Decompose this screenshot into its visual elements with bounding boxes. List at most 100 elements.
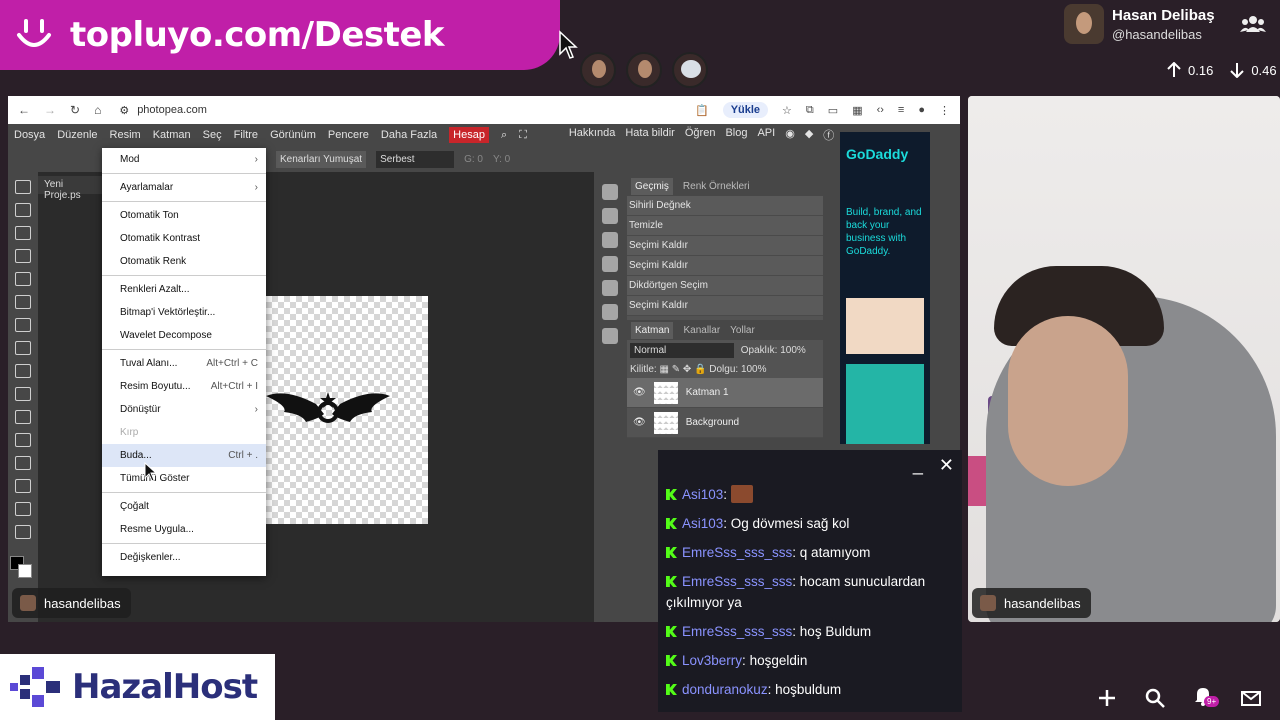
crop-tool-icon[interactable] — [15, 249, 31, 263]
browser-menu-icon[interactable]: ⋮ — [939, 104, 950, 117]
character-icon[interactable] — [602, 256, 618, 272]
menu-item-transform[interactable]: Dönüştür › — [102, 398, 266, 421]
link-api[interactable]: API — [757, 127, 775, 143]
menu-item-vectorize[interactable]: Bitmap'i Vektörleştir... — [102, 301, 266, 324]
chat-username[interactable]: EmreSss_sss_sss — [682, 624, 792, 639]
move-tool-icon[interactable] — [15, 180, 31, 194]
account-button[interactable]: Hesap — [449, 127, 489, 143]
menu-more[interactable]: Daha Fazla — [381, 129, 437, 141]
history-item[interactable]: Seçimi Kaldır — [627, 296, 823, 316]
blur-tool-icon[interactable] — [15, 364, 31, 378]
close-icon[interactable]: ✕ — [939, 455, 954, 476]
css-icon[interactable] — [602, 304, 618, 320]
menu-item-duplicate[interactable]: Çoğalt — [102, 495, 266, 518]
marquee-tool-icon[interactable] — [15, 203, 31, 217]
account-icon[interactable]: ● — [918, 104, 925, 116]
opacity-value[interactable]: 100% — [780, 345, 806, 356]
menu-file[interactable]: Dosya — [14, 129, 45, 141]
menu-item-wavelet[interactable]: Wavelet Decompose — [102, 324, 266, 347]
menu-item-canvas-size[interactable]: Tuval Alanı... Alt+Ctrl + C — [102, 352, 266, 375]
menu-window[interactable]: Pencere — [328, 129, 369, 141]
layer-row[interactable]: 👁 Background — [627, 408, 823, 438]
viewer-avatar[interactable] — [580, 52, 616, 88]
fullscreen-icon[interactable]: ⛶ — [519, 129, 527, 142]
reload-icon[interactable]: ↻ — [70, 103, 80, 117]
menu-view[interactable]: Görünüm — [270, 129, 316, 141]
layer-row[interactable]: 👁 Katman 1 — [627, 378, 823, 408]
qr-icon[interactable]: ▦ — [852, 104, 862, 117]
history-item[interactable]: Seçimi Kaldır — [627, 256, 823, 276]
chat-username[interactable]: Asi103 — [682, 516, 723, 531]
mail-icon[interactable] — [1240, 687, 1262, 709]
width-field[interactable]: G: 0 — [464, 154, 483, 165]
menu-item-auto-color[interactable]: Otomatik Renk — [102, 250, 266, 273]
forward-icon[interactable]: → — [44, 103, 56, 117]
menu-image[interactable]: Resim — [110, 129, 141, 141]
history-item[interactable]: Sihirli Değnek — [627, 196, 823, 216]
clipboard-icon[interactable]: 📋 — [695, 104, 709, 117]
chat-username[interactable]: Asi103 — [682, 487, 723, 502]
site-info-icon[interactable]: ⚙ — [119, 104, 129, 117]
tab-channels[interactable]: Kanallar — [683, 325, 720, 336]
zoom-tool-icon[interactable] — [15, 525, 31, 539]
link-report-bug[interactable]: Hata bildir — [625, 127, 675, 143]
star-icon[interactable]: ☆ — [782, 104, 792, 117]
brush-tool-icon[interactable] — [15, 295, 31, 309]
devtools-icon[interactable]: ‹› — [877, 104, 884, 116]
paragraph-icon[interactable] — [602, 280, 618, 296]
path-select-tool-icon[interactable] — [15, 456, 31, 470]
url-field[interactable]: ⚙ photopea.com — [119, 104, 599, 117]
menu-item-auto-tone[interactable]: Otomatik Ton — [102, 204, 266, 227]
link-about[interactable]: Hakkında — [569, 127, 615, 143]
fill-value[interactable]: 100% — [741, 364, 767, 375]
pen-tool-icon[interactable] — [15, 433, 31, 447]
twitter-icon[interactable]: ◆ — [805, 127, 813, 143]
history-item[interactable]: Seçimi Kaldır — [627, 236, 823, 256]
sidebar-icon[interactable]: ≡ — [898, 104, 904, 116]
reddit-icon[interactable]: ◉ — [785, 127, 795, 143]
document-tab[interactable]: Yeni Proje.ps — [38, 176, 108, 201]
tab-layers[interactable]: Katman — [631, 321, 674, 339]
eraser-tool-icon[interactable] — [15, 318, 31, 332]
viewer-avatar[interactable] — [672, 52, 708, 88]
viewer-avatar[interactable] — [626, 52, 662, 88]
hand-tool-icon[interactable] — [15, 502, 31, 516]
link-learn[interactable]: Öğren — [685, 127, 716, 143]
chat-username[interactable]: Lov3berry — [682, 653, 742, 668]
menu-item-reduce-colors[interactable]: Renkleri Azalt... — [102, 278, 266, 301]
tab-paths[interactable]: Yollar — [730, 325, 755, 336]
chat-username[interactable]: EmreSss_sss_sss — [682, 545, 792, 560]
back-icon[interactable]: ← — [18, 103, 30, 117]
home-icon[interactable]: ⌂ — [94, 103, 101, 117]
group-icon[interactable] — [1240, 14, 1266, 34]
document-canvas[interactable] — [266, 296, 428, 524]
color-swatches[interactable] — [10, 556, 34, 580]
menu-item-mode[interactable]: Mod › — [102, 148, 266, 171]
menu-item-trim[interactable]: Buda... Ctrl + . — [102, 444, 266, 467]
chat-username[interactable]: donduranokuz — [682, 682, 768, 697]
menu-item-apply-image[interactable]: Resme Uygula... — [102, 518, 266, 541]
info-icon[interactable] — [602, 184, 618, 200]
advertisement[interactable]: GoDaddy Build, brand, and back your busi… — [840, 132, 930, 444]
smooth-edges-button[interactable]: Kenarları Yumuşat — [276, 150, 367, 168]
streamer-profile[interactable]: Hasan Delibaş @hasandelibas — [1064, 4, 1215, 44]
search-icon[interactable]: ⌕ — [501, 129, 507, 142]
brush-settings-icon[interactable] — [602, 232, 618, 248]
adjust-icon[interactable] — [602, 208, 618, 224]
upload-button[interactable]: Yükle — [722, 102, 769, 118]
tab-history[interactable]: Geçmiş — [631, 177, 673, 195]
menu-item-image-size[interactable]: Resim Boyutu... Alt+Ctrl + I — [102, 375, 266, 398]
image-icon[interactable] — [602, 328, 618, 344]
link-blog[interactable]: Blog — [725, 127, 747, 143]
menu-item-auto-contrast[interactable]: Otomatik Kontrast — [102, 227, 266, 250]
menu-item-variables[interactable]: Değişkenler... — [102, 546, 266, 569]
height-field[interactable]: Y: 0 — [493, 154, 510, 165]
blend-mode-select[interactable]: Normal — [630, 343, 734, 358]
gradient-tool-icon[interactable] — [15, 341, 31, 355]
notifications-button[interactable]: 9+ — [1192, 684, 1220, 711]
healing-tool-icon[interactable] — [15, 272, 31, 286]
history-item[interactable]: Dikdörtgen Seçim — [627, 276, 823, 296]
eye-icon[interactable]: 👁 — [633, 417, 646, 428]
menu-layer[interactable]: Katman — [153, 129, 191, 141]
extensions-icon[interactable]: ⧉ — [806, 104, 814, 117]
